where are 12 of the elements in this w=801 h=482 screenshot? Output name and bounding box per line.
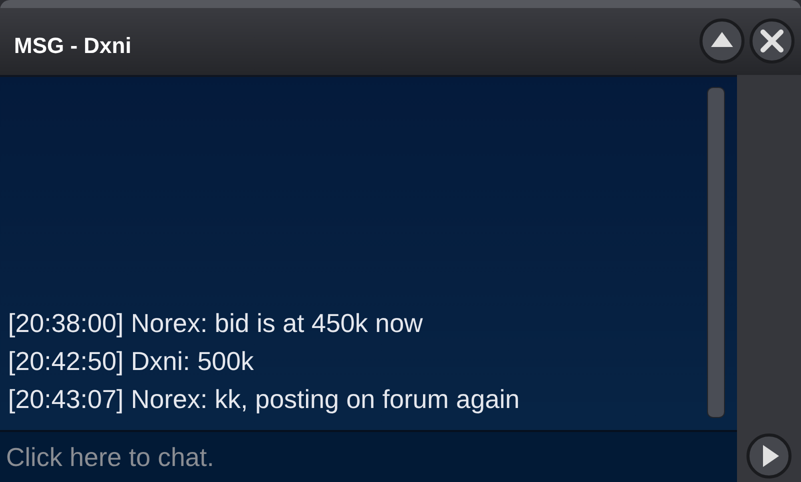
chat-input-field[interactable]: Click here to chat. — [0, 430, 737, 482]
window-title: MSG - Dxni — [14, 32, 132, 58]
chat-message: [20:43:07] Norex: kk, posting on forum again — [8, 383, 521, 416]
send-button[interactable] — [746, 433, 792, 479]
close-icon — [760, 30, 784, 52]
scrollbar[interactable] — [707, 87, 725, 418]
collapse-button[interactable] — [699, 18, 745, 64]
chat-message: [20:38:00] Norex: bid is at 450k now — [8, 307, 424, 340]
chat-message: [20:42:50] Dxni: 500k — [8, 345, 255, 378]
play-triangle-icon — [763, 445, 779, 467]
close-button[interactable] — [749, 18, 795, 64]
up-triangle-icon — [711, 32, 733, 47]
